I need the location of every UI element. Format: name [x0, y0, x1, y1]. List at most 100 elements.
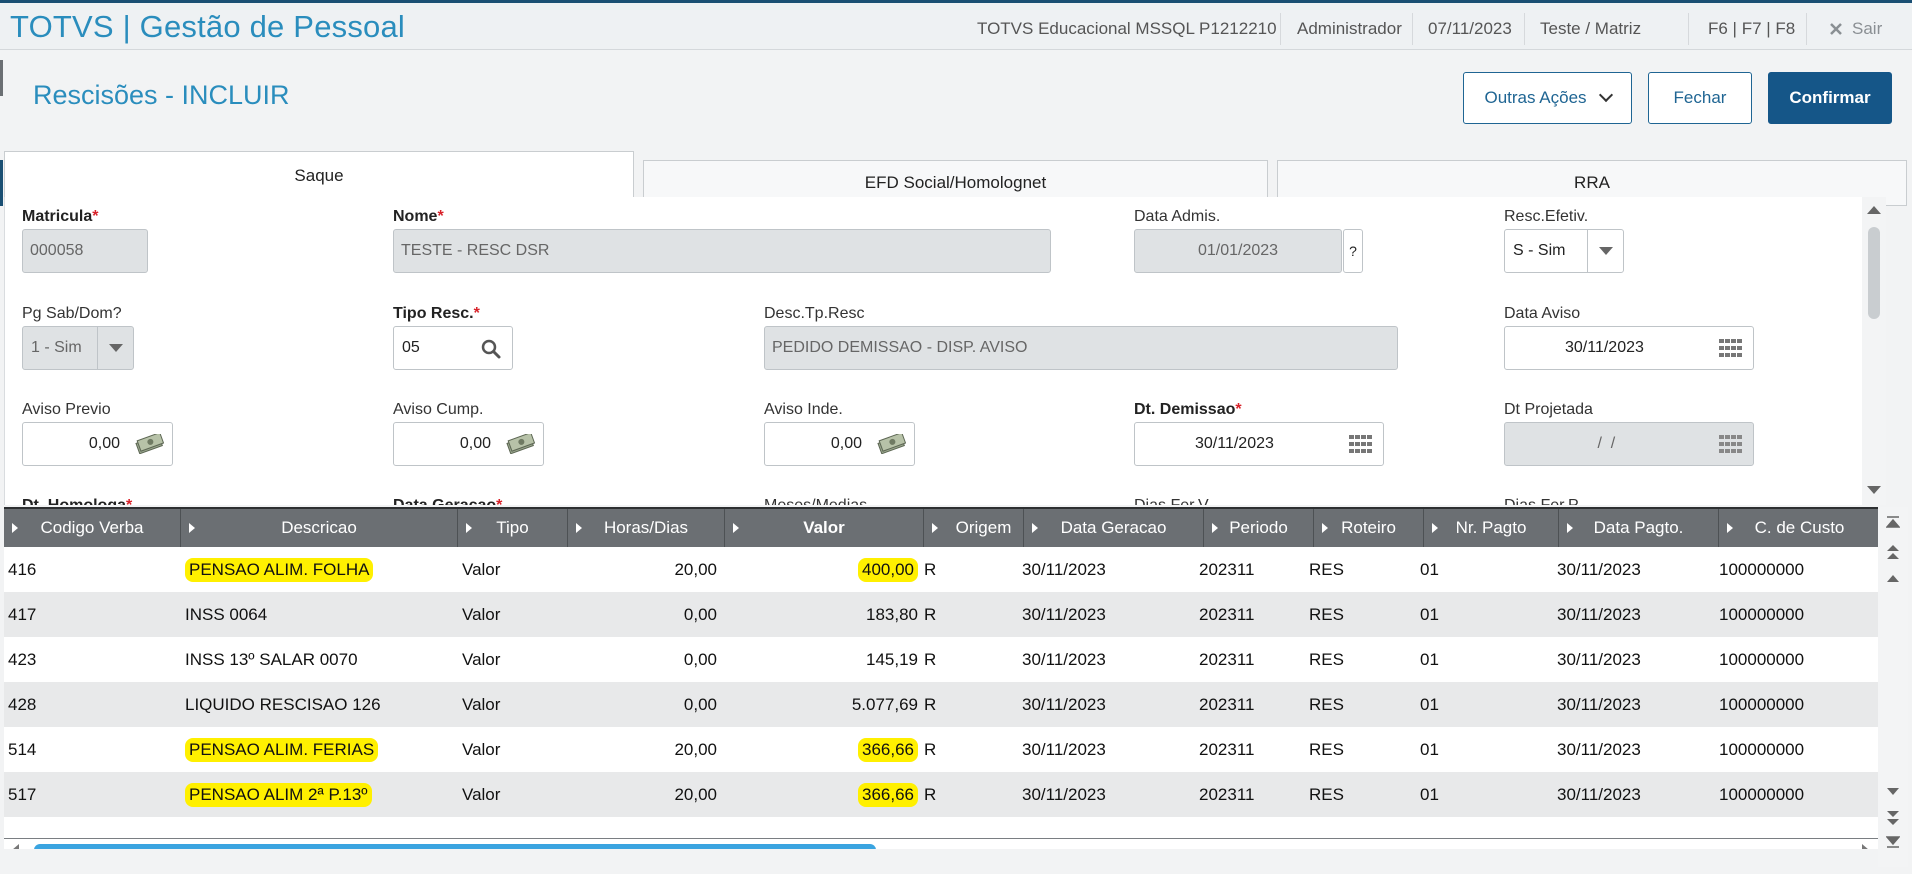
shortcut-keys[interactable]: F6 | F7 | F8 [1708, 19, 1795, 39]
dt-demissao-field[interactable]: 30/11/2023 [1134, 422, 1384, 466]
aviso-inde-label: Aviso Inde. [764, 401, 843, 418]
cell-descricao: LIQUIDO RESCISAO 126 [185, 694, 381, 714]
matricula-field[interactable]: 000058 [22, 229, 148, 273]
system-date[interactable]: 07/11/2023 [1428, 19, 1512, 39]
exit-button[interactable]: Sair [1828, 19, 1882, 39]
cell-data-geracao: 30/11/2023 [1022, 694, 1106, 714]
nome-field[interactable]: TESTE - RESC DSR [393, 229, 1051, 273]
confirm-button[interactable]: Confirmar [1768, 72, 1892, 124]
cell-valor: 145,19 [866, 649, 918, 669]
col-valor[interactable]: Valor [725, 509, 924, 547]
scroll-up-icon[interactable] [1886, 573, 1900, 583]
desc-tp-resc-field[interactable]: PEDIDO DEMISSAO - DISP. AVISO [764, 326, 1398, 370]
grid-vertical-scrollbar[interactable] [1878, 507, 1908, 867]
cell-roteiro: RES [1309, 559, 1344, 579]
table-row[interactable]: 428 LIQUIDO RESCISAO 126 Valor 0,00 5.077,69… [4, 682, 1880, 727]
cell-horas-dias: 0,00 [683, 604, 717, 624]
aviso-inde-field[interactable]: 0,00 [764, 422, 915, 466]
scroll-right-icon[interactable] [1862, 844, 1869, 849]
cell-codigo-verba: 416 [8, 559, 37, 579]
scroll-down-icon[interactable] [1867, 486, 1881, 494]
dias-fer-p-label: Dias Fer.P [1504, 497, 1579, 505]
col-c-custo[interactable]: C. de Custo [1719, 509, 1880, 547]
cell-data-pagto: 30/11/2023 [1557, 559, 1641, 579]
cell-origem: R [924, 784, 937, 804]
cell-data-geracao: 30/11/2023 [1022, 604, 1106, 624]
cell-tipo: Valor [462, 559, 501, 579]
page-up-icon[interactable] [1886, 543, 1900, 561]
more-actions-label: Outras Ações [1484, 88, 1587, 107]
scroll-thumb[interactable] [1868, 227, 1880, 319]
cell-roteiro: RES [1309, 604, 1344, 624]
table-row[interactable]: 517 PENSAO ALIM 2ª P.13º Valor 20,00 366,66 R… [4, 772, 1880, 817]
col-origem[interactable]: Origem [924, 509, 1024, 547]
scroll-last-icon[interactable] [1886, 835, 1900, 849]
page-down-icon[interactable] [1886, 809, 1900, 827]
table-row[interactable]: 423 INSS 13º SALAR 0070 Valor 0,00 145,19 R 30… [4, 637, 1880, 682]
table-row[interactable]: 417 INSS 0064 Valor 0,00 183,80 R 30/11/2023 20… [4, 592, 1880, 637]
close-button[interactable]: Fechar [1648, 72, 1752, 124]
scroll-left-icon[interactable] [12, 844, 19, 849]
tipo-resc-field[interactable]: 05 [393, 326, 513, 370]
grid-header: Codigo Verba Descricao Tipo Horas/Dias V… [4, 507, 1880, 547]
dt-projetada-field[interactable]: / / [1504, 422, 1754, 466]
aviso-cump-label: Aviso Cump. [393, 401, 484, 418]
cell-c-custo: 100000000 [1719, 559, 1805, 579]
dropdown-arrow-icon [97, 327, 133, 369]
cell-tipo: Valor [462, 649, 501, 669]
cell-tipo: Valor [462, 739, 501, 759]
data-aviso-value: 30/11/2023 [1565, 339, 1644, 356]
data-admis-label: Data Admis. [1134, 208, 1221, 225]
tab-saque[interactable]: Saque [4, 151, 634, 199]
user-name[interactable]: Administrador [1297, 19, 1402, 39]
pg-sab-dom-select[interactable]: 1 - Sim [22, 326, 134, 370]
more-actions-button[interactable]: Outras Ações [1463, 72, 1632, 124]
aviso-cump-field[interactable]: 0,00 [393, 422, 544, 466]
aviso-previo-field[interactable]: 0,00 [22, 422, 173, 466]
col-periodo[interactable]: Periodo [1204, 509, 1314, 547]
col-tipo[interactable]: Tipo [458, 509, 568, 547]
scroll-first-icon[interactable] [1886, 515, 1900, 529]
cell-origem: R [924, 649, 937, 669]
col-data-geracao[interactable]: Data Geracao [1024, 509, 1204, 547]
branch-selector[interactable]: Teste / Matriz [1540, 19, 1641, 39]
data-geracao-label: Data Geracao* [393, 497, 502, 505]
cell-origem: R [924, 559, 937, 579]
col-roteiro[interactable]: Roteiro [1314, 509, 1424, 547]
money-icon[interactable] [876, 434, 906, 454]
search-icon[interactable] [480, 338, 502, 360]
scroll-up-icon[interactable] [1867, 206, 1881, 214]
cell-tipo: Valor [462, 784, 501, 804]
app-title: TOTVS | Gestão de Pessoal [10, 9, 405, 44]
form-vertical-scrollbar[interactable] [1862, 197, 1886, 505]
aviso-cump-value: 0,00 [459, 435, 491, 452]
col-nr-pagto[interactable]: Nr. Pagto [1424, 509, 1559, 547]
col-descricao[interactable]: Descricao [181, 509, 458, 547]
scroll-thumb[interactable] [34, 844, 876, 849]
scroll-down-icon[interactable] [1886, 787, 1900, 797]
tipo-resc-label: Tipo Resc.* [393, 305, 480, 322]
table-row[interactable]: 514 PENSAO ALIM. FERIAS Valor 20,00 366,66 R 3… [4, 727, 1880, 772]
money-icon[interactable] [505, 434, 535, 454]
money-icon[interactable] [134, 434, 164, 454]
calendar-icon[interactable] [1349, 435, 1373, 453]
top-bar: TOTVS | Gestão de Pessoal TOTVS Educacio… [0, 0, 1912, 50]
table-row[interactable]: 416 PENSAO ALIM. FOLHA Valor 20,00 400,00 R 30… [4, 547, 1880, 592]
resc-efetiv-select[interactable]: S - Sim [1504, 229, 1624, 273]
cell-codigo-verba: 517 [8, 784, 37, 804]
cell-nr-pagto: 01 [1420, 559, 1439, 579]
cell-roteiro: RES [1309, 649, 1344, 669]
calendar-icon[interactable] [1719, 435, 1743, 453]
cell-nr-pagto: 01 [1420, 694, 1439, 714]
grid-horizontal-scrollbar[interactable] [4, 839, 1880, 849]
col-codigo-verba[interactable]: Codigo Verba [4, 509, 181, 547]
data-admis-field[interactable]: 01/01/2023 [1134, 229, 1342, 273]
data-admis-help-button[interactable]: ? [1343, 229, 1363, 273]
col-horas-dias[interactable]: Horas/Dias [568, 509, 725, 547]
col-data-pagto[interactable]: Data Pagto. [1559, 509, 1719, 547]
matricula-label: Matricula* [22, 208, 99, 225]
calendar-icon[interactable] [1719, 339, 1743, 357]
cell-roteiro: RES [1309, 784, 1344, 804]
data-aviso-field[interactable]: 30/11/2023 [1504, 326, 1754, 370]
cell-descricao: PENSAO ALIM 2ª P.13º [185, 772, 455, 817]
